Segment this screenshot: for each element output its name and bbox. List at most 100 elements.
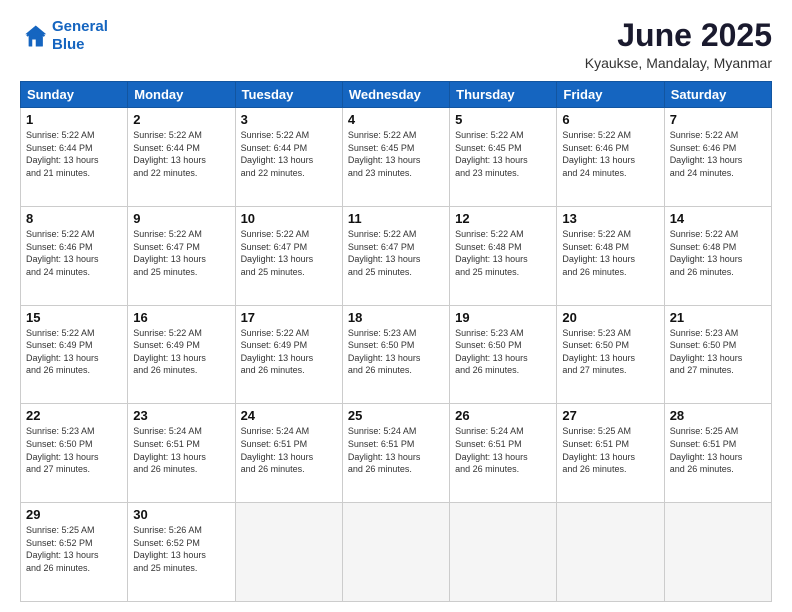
table-row: 20 Sunrise: 5:23 AM Sunset: 6:50 PM Dayli… [557,305,664,404]
page: General Blue June 2025 Kyaukse, Mandalay… [0,0,792,612]
table-row: 3 Sunrise: 5:22 AM Sunset: 6:44 PM Daylig… [235,108,342,207]
table-row: 6 Sunrise: 5:22 AM Sunset: 6:46 PM Daylig… [557,108,664,207]
day-info: Sunrise: 5:23 AM Sunset: 6:50 PM Dayligh… [348,327,444,377]
day-info: Sunrise: 5:23 AM Sunset: 6:50 PM Dayligh… [455,327,551,377]
table-row: 19 Sunrise: 5:23 AM Sunset: 6:50 PM Dayli… [450,305,557,404]
table-row: 24 Sunrise: 5:24 AM Sunset: 6:51 PM Dayli… [235,404,342,503]
table-row: 16Sunrise: 5:22 AM Sunset: 6:49 PM Dayli… [128,305,235,404]
table-row [664,503,771,602]
table-row [235,503,342,602]
day-info: Sunrise: 5:22 AM Sunset: 6:48 PM Dayligh… [455,228,551,278]
day-info: Sunrise: 5:23 AM Sunset: 6:50 PM Dayligh… [562,327,658,377]
day-number: 13 [562,211,658,226]
day-number: 19 [455,310,551,325]
day-info: Sunrise: 5:22 AM Sunset: 6:48 PM Dayligh… [670,228,766,278]
day-info: Sunrise: 5:22 AM Sunset: 6:48 PM Dayligh… [562,228,658,278]
table-row: 9Sunrise: 5:22 AM Sunset: 6:47 PM Daylig… [128,206,235,305]
day-number: 28 [670,408,766,423]
table-row: 23 Sunrise: 5:24 AM Sunset: 6:51 PM Dayli… [128,404,235,503]
table-row: 14 Sunrise: 5:22 AM Sunset: 6:48 PM Dayli… [664,206,771,305]
day-info: Sunrise: 5:22 AM Sunset: 6:45 PM Dayligh… [455,129,551,179]
table-row [450,503,557,602]
title-block: June 2025 Kyaukse, Mandalay, Myanmar [585,18,772,71]
table-row: 27 Sunrise: 5:25 AM Sunset: 6:51 PM Dayli… [557,404,664,503]
table-row: 28 Sunrise: 5:25 AM Sunset: 6:51 PM Dayli… [664,404,771,503]
header: General Blue June 2025 Kyaukse, Mandalay… [20,18,772,71]
day-info: Sunrise: 5:22 AM Sunset: 6:47 PM Dayligh… [241,228,337,278]
day-number: 15 [26,310,122,325]
day-info: Sunrise: 5:22 AM Sunset: 6:46 PM Dayligh… [562,129,658,179]
day-number: 30 [133,507,229,522]
day-number: 5 [455,112,551,127]
day-info: Sunrise: 5:26 AM Sunset: 6:52 PM Dayligh… [133,524,229,574]
logo: General Blue [20,18,108,54]
calendar-header-row: Sunday Monday Tuesday Wednesday Thursday… [21,82,772,108]
day-info: Sunrise: 5:23 AM Sunset: 6:50 PM Dayligh… [26,425,122,475]
day-number: 22 [26,408,122,423]
table-row: 15 Sunrise: 5:22 AM Sunset: 6:49 PM Dayli… [21,305,128,404]
day-number: 26 [455,408,551,423]
location: Kyaukse, Mandalay, Myanmar [585,55,772,71]
table-row [342,503,449,602]
day-number: 8 [26,211,122,226]
table-row: 25Sunrise: 5:24 AM Sunset: 6:51 PM Dayli… [342,404,449,503]
day-number: 10 [241,211,337,226]
day-number: 1 [26,112,122,127]
day-info: Sunrise: 5:22 AM Sunset: 6:45 PM Dayligh… [348,129,444,179]
day-number: 11 [348,211,444,226]
table-row: 13 Sunrise: 5:22 AM Sunset: 6:48 PM Dayli… [557,206,664,305]
day-number: 17 [241,310,337,325]
table-row: 12Sunrise: 5:22 AM Sunset: 6:48 PM Dayli… [450,206,557,305]
col-friday: Friday [557,82,664,108]
table-row: 7Sunrise: 5:22 AM Sunset: 6:46 PM Daylig… [664,108,771,207]
day-info: Sunrise: 5:23 AM Sunset: 6:50 PM Dayligh… [670,327,766,377]
day-info: Sunrise: 5:24 AM Sunset: 6:51 PM Dayligh… [455,425,551,475]
day-info: Sunrise: 5:22 AM Sunset: 6:44 PM Dayligh… [241,129,337,179]
day-info: Sunrise: 5:22 AM Sunset: 6:46 PM Dayligh… [670,129,766,179]
day-number: 6 [562,112,658,127]
col-tuesday: Tuesday [235,82,342,108]
table-row: 30 Sunrise: 5:26 AM Sunset: 6:52 PM Dayli… [128,503,235,602]
table-row: 8 Sunrise: 5:22 AM Sunset: 6:46 PM Daylig… [21,206,128,305]
day-number: 14 [670,211,766,226]
day-number: 27 [562,408,658,423]
day-number: 9 [133,211,229,226]
day-number: 16 [133,310,229,325]
table-row: 2Sunrise: 5:22 AM Sunset: 6:44 PM Daylig… [128,108,235,207]
month-title: June 2025 [585,18,772,53]
table-row: 5 Sunrise: 5:22 AM Sunset: 6:45 PM Daylig… [450,108,557,207]
col-wednesday: Wednesday [342,82,449,108]
day-info: Sunrise: 5:22 AM Sunset: 6:44 PM Dayligh… [133,129,229,179]
day-number: 23 [133,408,229,423]
day-info: Sunrise: 5:22 AM Sunset: 6:49 PM Dayligh… [26,327,122,377]
day-info: Sunrise: 5:22 AM Sunset: 6:47 PM Dayligh… [348,228,444,278]
day-number: 18 [348,310,444,325]
day-number: 29 [26,507,122,522]
day-number: 20 [562,310,658,325]
day-info: Sunrise: 5:22 AM Sunset: 6:46 PM Dayligh… [26,228,122,278]
calendar-week-5: 29 Sunrise: 5:25 AM Sunset: 6:52 PM Dayli… [21,503,772,602]
col-sunday: Sunday [21,82,128,108]
calendar-week-3: 15 Sunrise: 5:22 AM Sunset: 6:49 PM Dayli… [21,305,772,404]
day-info: Sunrise: 5:24 AM Sunset: 6:51 PM Dayligh… [241,425,337,475]
table-row: 11 Sunrise: 5:22 AM Sunset: 6:47 PM Dayli… [342,206,449,305]
day-info: Sunrise: 5:24 AM Sunset: 6:51 PM Dayligh… [133,425,229,475]
day-info: Sunrise: 5:22 AM Sunset: 6:44 PM Dayligh… [26,129,122,179]
table-row: 10 Sunrise: 5:22 AM Sunset: 6:47 PM Dayli… [235,206,342,305]
logo-general: General [52,18,108,35]
table-row: 29 Sunrise: 5:25 AM Sunset: 6:52 PM Dayli… [21,503,128,602]
day-number: 4 [348,112,444,127]
day-info: Sunrise: 5:25 AM Sunset: 6:52 PM Dayligh… [26,524,122,574]
day-info: Sunrise: 5:25 AM Sunset: 6:51 PM Dayligh… [670,425,766,475]
day-number: 24 [241,408,337,423]
col-thursday: Thursday [450,82,557,108]
table-row: 21Sunrise: 5:23 AM Sunset: 6:50 PM Dayli… [664,305,771,404]
day-info: Sunrise: 5:25 AM Sunset: 6:51 PM Dayligh… [562,425,658,475]
col-monday: Monday [128,82,235,108]
day-number: 3 [241,112,337,127]
calendar-week-2: 8 Sunrise: 5:22 AM Sunset: 6:46 PM Daylig… [21,206,772,305]
logo-text: General Blue [52,18,108,54]
calendar-week-4: 22 Sunrise: 5:23 AM Sunset: 6:50 PM Dayli… [21,404,772,503]
table-row [557,503,664,602]
day-info: Sunrise: 5:22 AM Sunset: 6:49 PM Dayligh… [241,327,337,377]
